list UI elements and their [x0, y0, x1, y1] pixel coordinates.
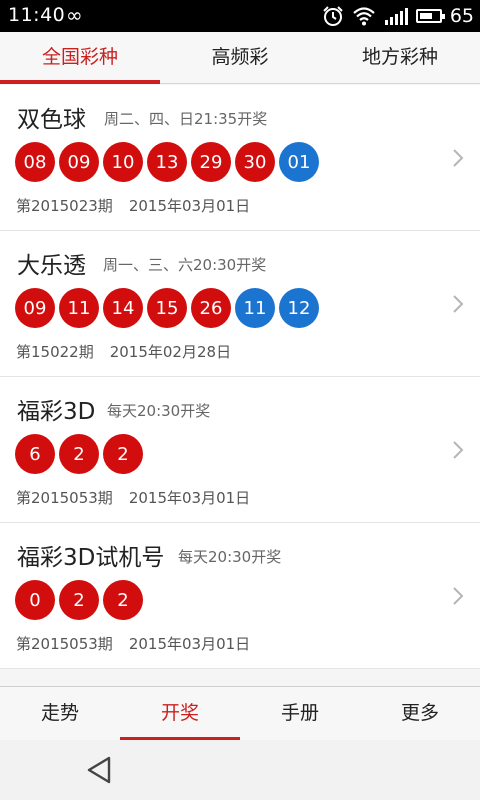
tab-1[interactable]: 高频彩	[160, 32, 320, 83]
winning-numbers: 09 11 14 15 26 11 12	[15, 288, 319, 328]
tab-2[interactable]: 地方彩种	[320, 32, 480, 83]
red-ball: 09	[59, 142, 99, 182]
status-time: 11:40	[8, 4, 66, 26]
red-ball: 2	[59, 580, 99, 620]
draw-schedule: 周一、三、六20:30开奖	[103, 256, 267, 274]
draw-info: 第15022期 2015年02月28日	[16, 341, 231, 362]
draw-date: 2015年03月01日	[128, 197, 251, 215]
blue-ball: 12	[279, 288, 319, 328]
infinity-icon: ∞	[66, 3, 83, 27]
battery-icon	[415, 9, 445, 23]
red-ball: 26	[191, 288, 231, 328]
red-ball: 10	[103, 142, 143, 182]
winning-numbers: 022	[15, 580, 143, 620]
blue-ball: 01	[279, 142, 319, 182]
lottery-row[interactable]: 双色球 周二、四、日21:35开奖 08 09 10 13 29 30 01 第2015023期 2…	[0, 85, 480, 231]
red-ball: 29	[191, 142, 231, 182]
system-navigation-bar	[0, 740, 480, 800]
lottery-name: 双色球	[17, 107, 86, 133]
bottom-tab-3[interactable]: 更多	[360, 687, 480, 740]
draw-info: 第2015023期 2015年03月01日	[16, 195, 250, 216]
bottom-navigation: 走势 开奖 手册 更多	[0, 686, 480, 741]
signal-icon	[384, 8, 408, 25]
lottery-result-list: 双色球 周二、四、日21:35开奖 08 09 10 13 29 30 01 第2015023期 2…	[0, 85, 480, 669]
red-ball: 2	[103, 580, 143, 620]
red-ball: 08	[15, 142, 55, 182]
lottery-category-tabs: 全国彩种 高频彩 地方彩种	[0, 32, 480, 84]
winning-numbers: 622	[15, 434, 143, 474]
red-ball: 2	[59, 434, 99, 474]
draw-info: 第2015053期 2015年03月01日	[16, 633, 250, 654]
status-icons: 65	[322, 3, 474, 29]
red-ball: 0	[15, 580, 55, 620]
red-ball: 2	[103, 434, 143, 474]
draw-schedule: 每天20:30开奖	[178, 548, 282, 566]
lottery-name: 福彩3D	[17, 399, 96, 425]
alarm-icon	[323, 6, 343, 26]
chevron-right-icon	[453, 441, 464, 459]
draw-schedule: 周二、四、日21:35开奖	[104, 110, 268, 128]
draw-date: 2015年03月01日	[128, 489, 251, 507]
bottom-tab-1[interactable]: 开奖	[120, 687, 240, 741]
red-ball: 14	[103, 288, 143, 328]
wifi-icon	[353, 7, 375, 26]
red-ball: 09	[15, 288, 55, 328]
draw-schedule: 每天20:30开奖	[107, 402, 211, 420]
draw-date: 2015年03月01日	[128, 635, 251, 653]
chevron-right-icon	[453, 587, 464, 605]
draw-date: 2015年02月28日	[109, 343, 232, 361]
red-ball: 15	[147, 288, 187, 328]
status-bar: 11:40 ∞ 65	[0, 0, 480, 32]
winning-numbers: 08 09 10 13 29 30 01	[15, 142, 319, 182]
chevron-right-icon	[453, 295, 464, 313]
lottery-name: 福彩3D试机号	[17, 545, 165, 571]
lottery-name: 大乐透	[17, 253, 86, 279]
draw-info: 第2015053期 2015年03月01日	[16, 487, 250, 508]
lottery-row[interactable]: 福彩3D 每天20:30开奖 6 2 2 第2015053期 2015年03月01日	[0, 377, 480, 523]
red-ball: 30	[235, 142, 275, 182]
bottom-tab-0[interactable]: 走势	[0, 687, 120, 740]
tab-0[interactable]: 全国彩种	[0, 32, 160, 84]
lottery-row[interactable]: 福彩3D试机号 每天20:30开奖 0 2 2 第2015053期 2015年03月01日	[0, 523, 480, 669]
battery-percent: 65	[449, 5, 474, 27]
blue-ball: 11	[235, 288, 275, 328]
issue-number: 第2015053期	[16, 635, 113, 653]
issue-number: 第2015023期	[16, 197, 113, 215]
issue-number: 第15022期	[16, 343, 94, 361]
red-ball: 13	[147, 142, 187, 182]
red-ball: 6	[15, 434, 55, 474]
chevron-right-icon	[453, 149, 464, 167]
bottom-tab-2[interactable]: 手册	[240, 687, 360, 740]
back-triangle-icon[interactable]	[84, 754, 116, 786]
lottery-row[interactable]: 大乐透 周一、三、六20:30开奖 09 11 14 15 26 11 12 第15022期 201…	[0, 231, 480, 377]
issue-number: 第2015053期	[16, 489, 113, 507]
red-ball: 11	[59, 288, 99, 328]
